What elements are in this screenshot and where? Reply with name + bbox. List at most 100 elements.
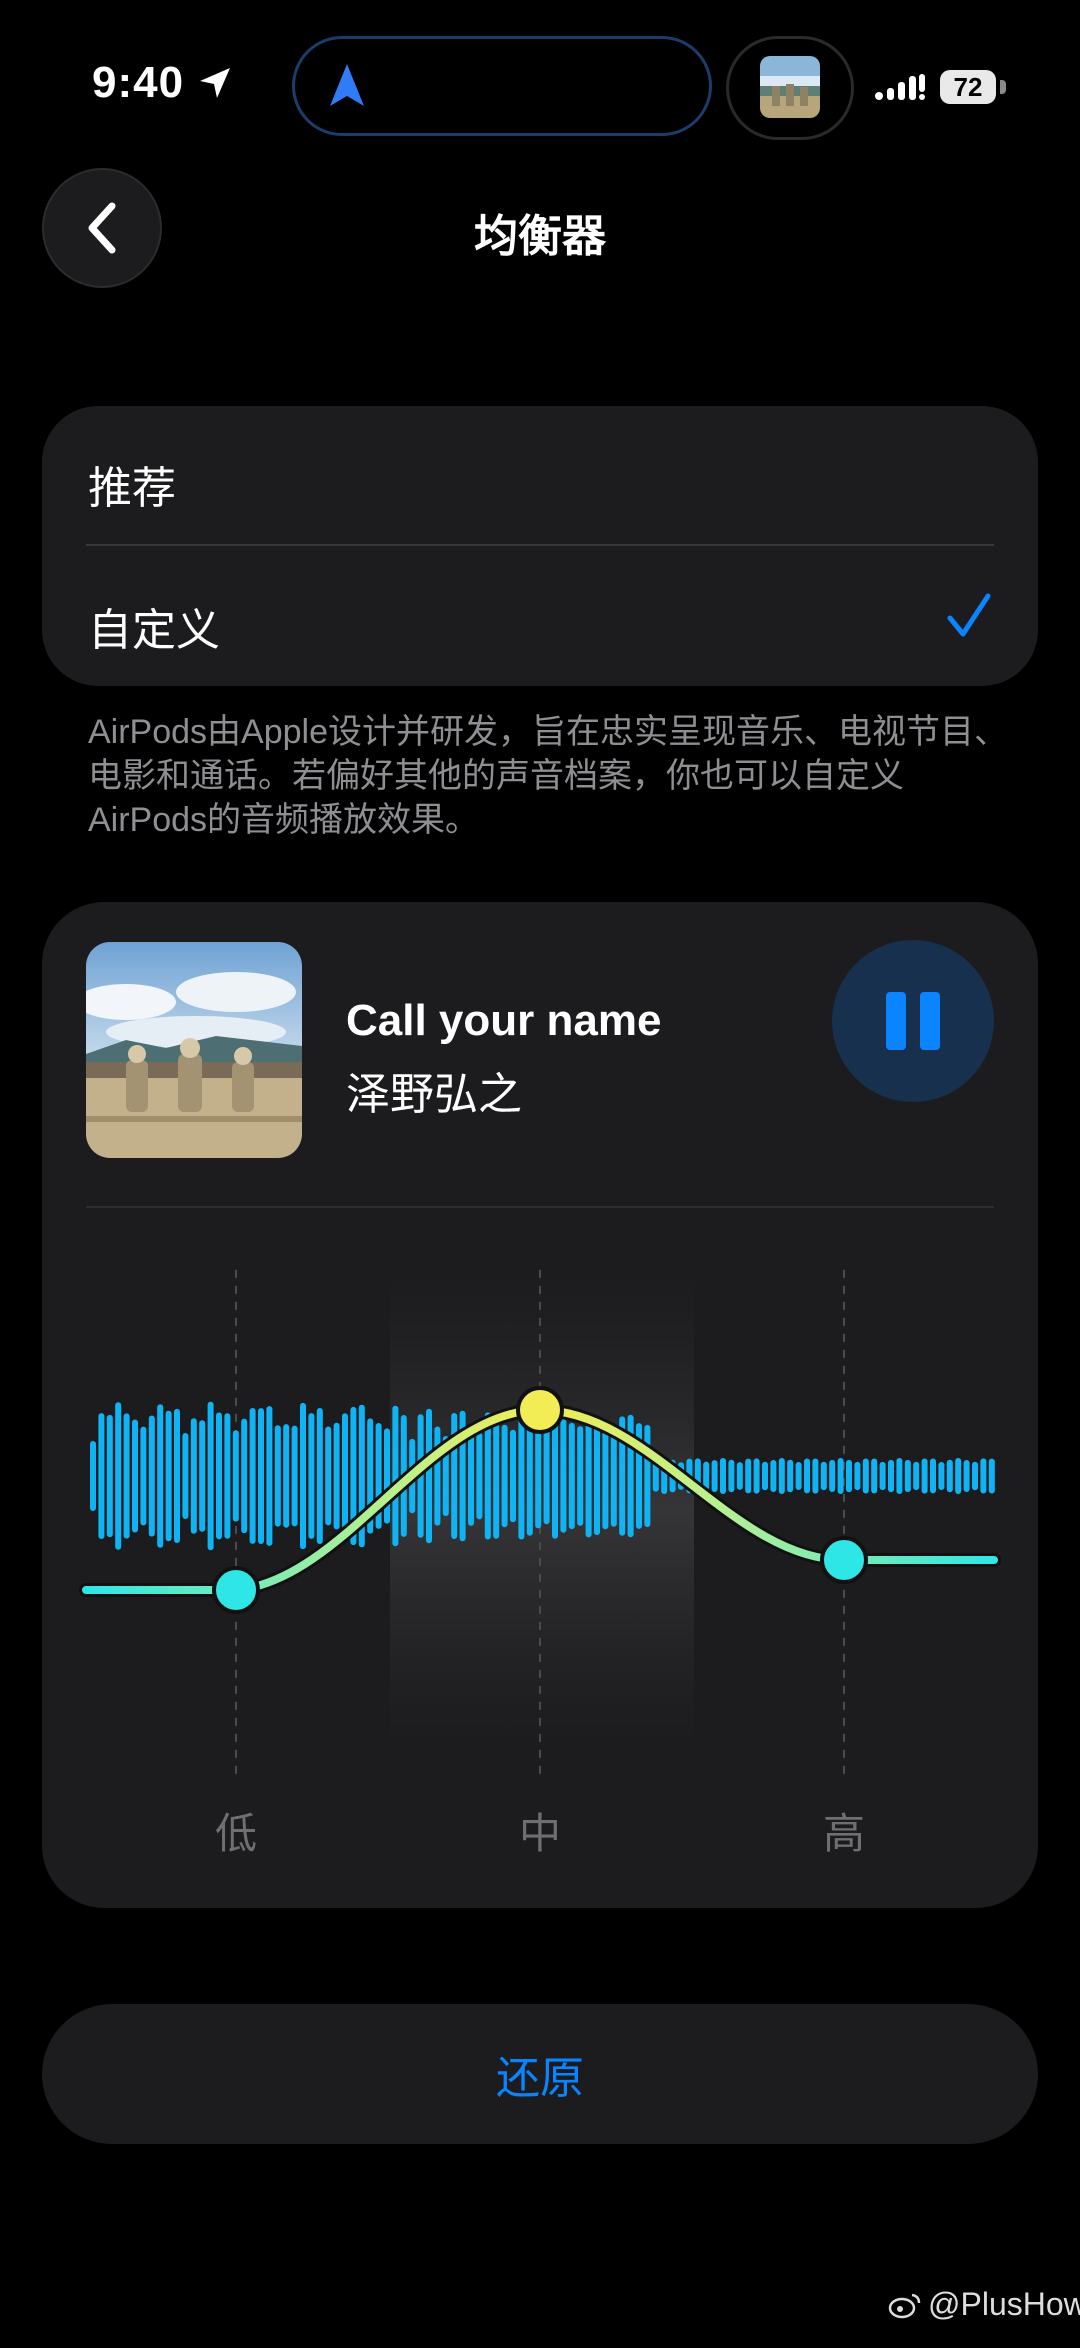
wave-bar [106, 1414, 113, 1538]
wave-bar [291, 1425, 298, 1527]
watermark-text: @PlusHow [928, 2286, 1080, 2322]
wave-bar [90, 1441, 96, 1511]
wave-bar [552, 1413, 558, 1539]
wave-bar [795, 1462, 802, 1490]
wave-bar [476, 1432, 483, 1520]
location-arrow-icon [200, 68, 230, 98]
pause-button[interactable] [832, 940, 994, 1102]
option-recommended[interactable]: 推荐 [88, 452, 176, 516]
wave-bar [493, 1413, 500, 1539]
wave-bar [720, 1458, 726, 1494]
wave-bar [224, 1413, 231, 1539]
wave-bar [468, 1426, 474, 1526]
wave-bar [762, 1461, 768, 1491]
wave-bar [190, 1418, 197, 1534]
signal-icon [875, 74, 925, 100]
player-divider [86, 1206, 994, 1208]
eq-knob-mid[interactable] [516, 1386, 564, 1434]
wave-bar [484, 1412, 491, 1540]
wave-bar [988, 1458, 995, 1494]
wave-bar [232, 1430, 239, 1522]
option-divider [86, 544, 994, 546]
wave-bar [938, 1462, 945, 1490]
wave-bar [568, 1422, 575, 1530]
page-title: 均衡器 [474, 212, 606, 261]
wave-bar [148, 1415, 155, 1537]
wave-bar [283, 1424, 290, 1528]
eq-knob-low[interactable] [212, 1566, 260, 1614]
wave-bar [434, 1426, 441, 1526]
wave-bar [753, 1458, 760, 1494]
wave-bar [846, 1459, 852, 1493]
wave-bar [736, 1462, 743, 1490]
song-title: Call your name [346, 996, 662, 1045]
wave-bar [955, 1458, 962, 1494]
wave-bar [837, 1458, 844, 1494]
eq-knob-high[interactable] [820, 1536, 868, 1584]
wave-bar [862, 1458, 869, 1494]
wave-bar [577, 1426, 584, 1526]
wave-bar [392, 1405, 399, 1547]
wave-bar [594, 1416, 600, 1536]
wave-bar [921, 1458, 928, 1494]
wave-bar [333, 1422, 340, 1530]
wave-bar [778, 1458, 785, 1494]
navigation-icon [330, 64, 364, 106]
wave-bar [610, 1425, 617, 1527]
artist-name: 泽野弘之 [346, 1070, 522, 1119]
wave-bar [812, 1458, 819, 1494]
description-text: AirPods由Apple设计并研发，旨在忠实呈现音乐、电视节目、电影和通话。若… [88, 713, 1009, 839]
wave-bar [904, 1459, 911, 1493]
wave-bar [165, 1410, 172, 1542]
wave-bar [510, 1429, 516, 1523]
wave-bar [770, 1460, 777, 1492]
wave-bar [585, 1414, 592, 1538]
wave-bar [241, 1418, 248, 1534]
album-art [86, 942, 302, 1158]
wave-bar [980, 1458, 987, 1494]
wave-bar [745, 1458, 752, 1494]
wave-bar [535, 1423, 542, 1529]
checkmark-icon [947, 593, 991, 637]
wave-bar [249, 1408, 256, 1544]
watermark: @PlusHow [888, 2286, 1080, 2323]
eq-band-label-mid: 中 [518, 1810, 561, 1857]
option-custom[interactable]: 自定义 [88, 594, 220, 658]
wave-bar [501, 1424, 508, 1528]
wave-bar [342, 1413, 348, 1539]
wave-bar [174, 1408, 180, 1543]
wave-bar [963, 1460, 970, 1492]
eq-band-label-low: 低 [214, 1810, 257, 1857]
reset-button[interactable]: 还原 [42, 2004, 1038, 2144]
wave-bar [325, 1426, 332, 1526]
wave-bar [879, 1461, 886, 1491]
wave-bar [207, 1401, 214, 1551]
wave-bar [820, 1461, 827, 1491]
wave-bar [518, 1412, 525, 1540]
wave-bar [216, 1412, 222, 1540]
wave-bar [804, 1458, 810, 1494]
pause-icon-bar [920, 992, 940, 1050]
wave-bar [543, 1427, 550, 1525]
wave-bar [871, 1458, 878, 1494]
pause-icon [886, 992, 906, 1050]
eq-band-label-high: 高 [822, 1810, 865, 1857]
wave-bar [384, 1428, 390, 1524]
status-time: 9:40 [92, 58, 185, 107]
wave-bar [560, 1419, 567, 1533]
equalizer-graph[interactable] [42, 1230, 1038, 1830]
wave-bar [644, 1424, 651, 1527]
wave-bar [829, 1459, 836, 1492]
wave-bar [787, 1459, 794, 1493]
battery-nub [1000, 80, 1006, 94]
wave-bar [258, 1408, 264, 1544]
wave-bar [132, 1419, 138, 1533]
wave-bar [972, 1461, 978, 1491]
wave-bar [274, 1425, 281, 1527]
wave-bar [300, 1402, 306, 1550]
wave-bar [602, 1422, 609, 1530]
island-album-art [760, 56, 820, 118]
battery-icon: 72 [940, 70, 996, 104]
wave-bar [182, 1433, 189, 1519]
wave-bar [526, 1416, 533, 1536]
